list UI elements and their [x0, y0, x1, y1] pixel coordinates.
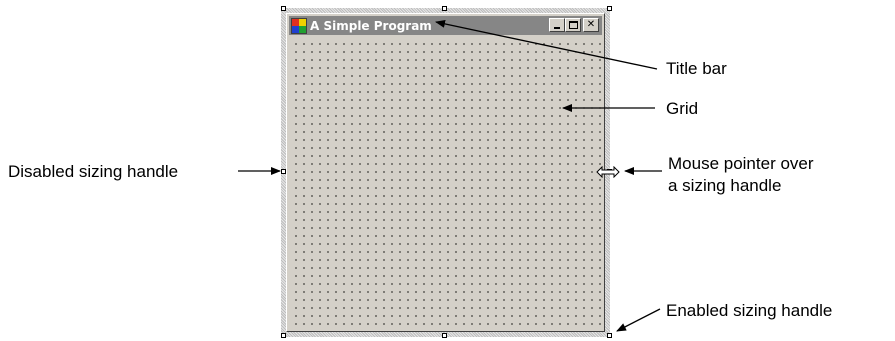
callout-mouse-pointer-line1: Mouse pointer over [668, 154, 814, 173]
callout-title-bar: Title bar [666, 59, 727, 78]
arrow-enabled-handle [616, 308, 661, 332]
callout-grid: Grid [666, 99, 699, 118]
callout-mouse-pointer-line2: a sizing handle [668, 176, 782, 195]
callout-disabled-handle: Disabled sizing handle [8, 162, 179, 181]
callout-enabled-handle: Enabled sizing handle [666, 301, 833, 320]
arrow-title-bar [435, 19, 658, 70]
